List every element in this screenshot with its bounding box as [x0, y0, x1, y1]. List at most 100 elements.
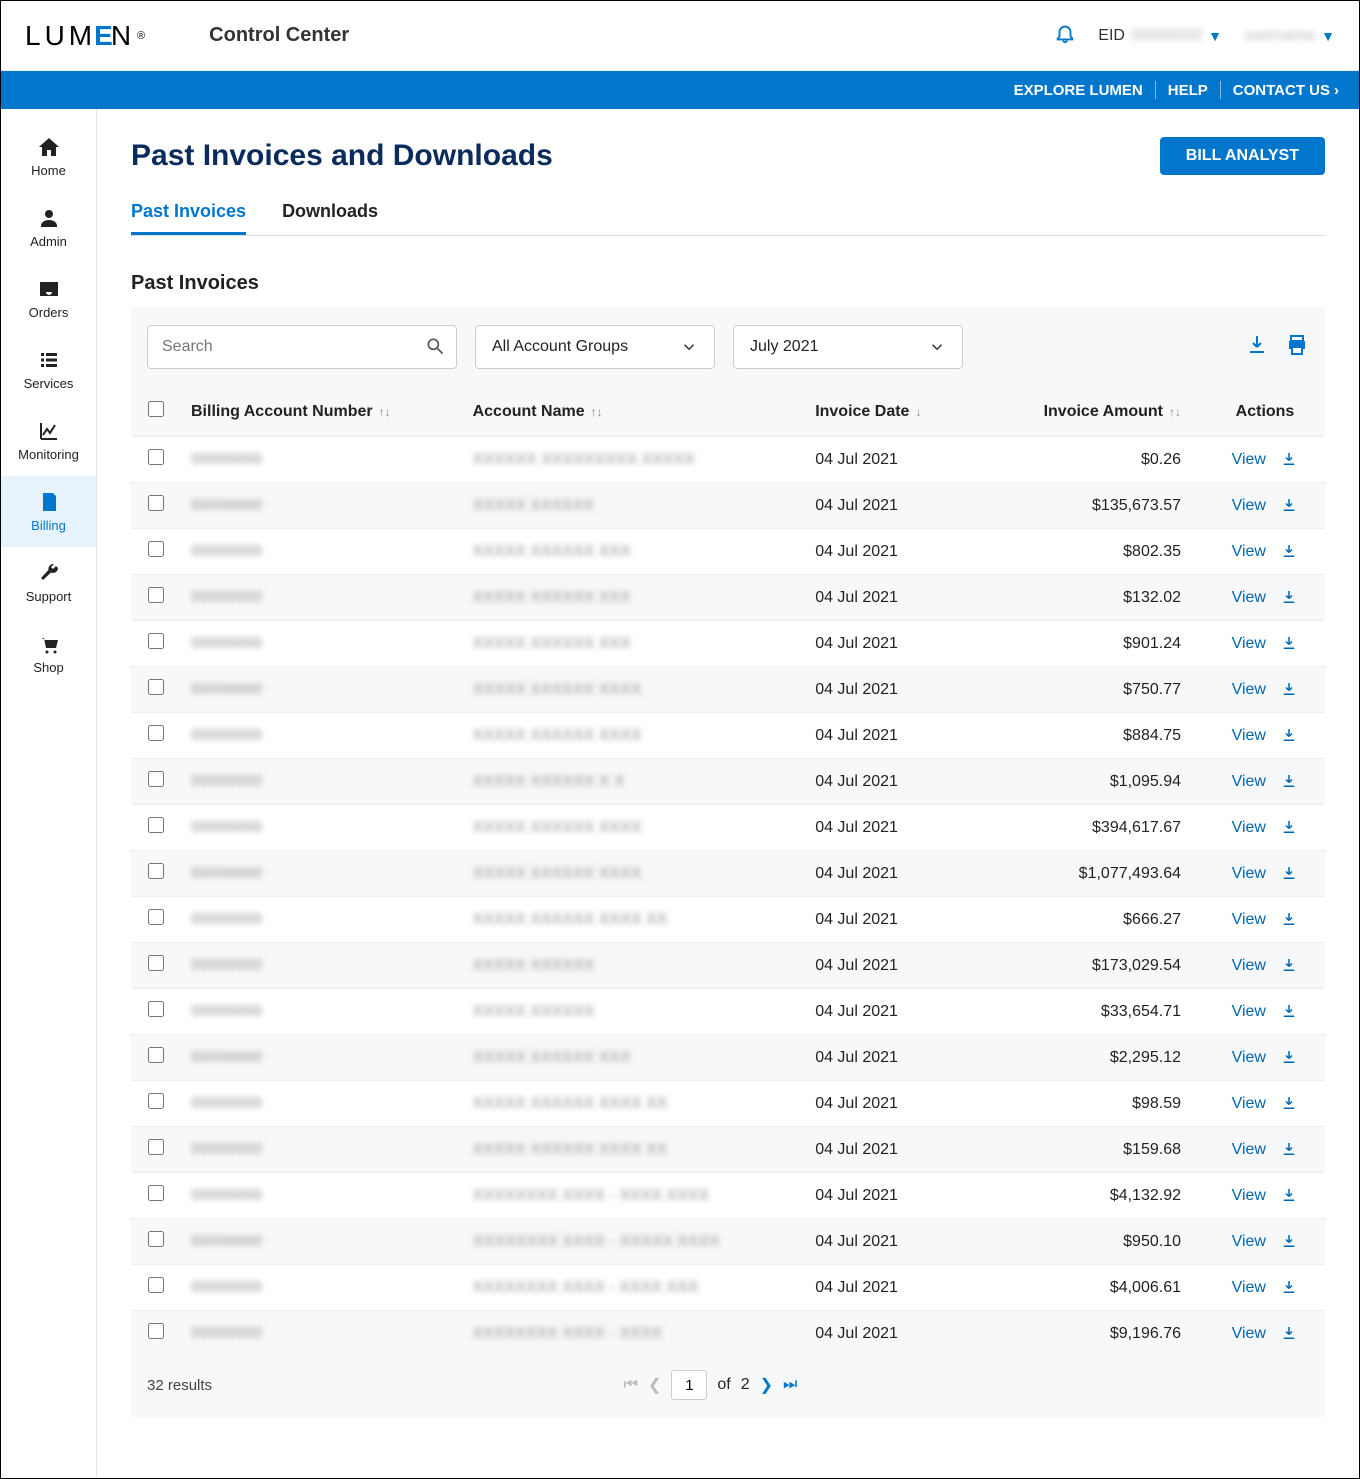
view-link[interactable]: View	[1232, 1279, 1266, 1296]
help-link[interactable]: HELP	[1168, 82, 1208, 99]
sidebar-item-shop[interactable]: Shop	[1, 618, 96, 689]
view-link[interactable]: View	[1232, 451, 1266, 468]
row-checkbox[interactable]	[148, 587, 164, 603]
bill-analyst-button[interactable]: BILL ANALYST	[1160, 137, 1325, 175]
row-checkbox[interactable]	[148, 1231, 164, 1247]
sidebar-item-support[interactable]: Support	[1, 547, 96, 618]
view-link[interactable]: View	[1232, 589, 1266, 606]
view-link[interactable]: View	[1232, 1141, 1266, 1158]
view-link[interactable]: View	[1232, 1049, 1266, 1066]
download-row-button[interactable]	[1280, 911, 1298, 928]
download-row-button[interactable]	[1280, 1003, 1298, 1020]
table-row: 00000000 XXXXX XXXXXX XXXX XX 04 Jul 202…	[131, 1127, 1325, 1173]
download-row-button[interactable]	[1280, 1233, 1298, 1250]
col-invoice-date[interactable]: Invoice Date↓	[805, 387, 985, 437]
contact-link[interactable]: CONTACT US ›	[1233, 82, 1339, 99]
download-row-button[interactable]	[1280, 1325, 1298, 1342]
row-checkbox[interactable]	[148, 725, 164, 741]
page-next-button[interactable]: ❯	[760, 1375, 773, 1395]
row-checkbox[interactable]	[148, 1323, 164, 1339]
account-name: XXXXX XXXXXX XXXX	[473, 727, 642, 744]
row-checkbox[interactable]	[148, 1047, 164, 1063]
invoice-amount: $0.26	[985, 437, 1205, 483]
tab-downloads[interactable]: Downloads	[282, 201, 378, 235]
account-name: XXXXX XXXXXX XXX	[473, 1049, 631, 1066]
col-invoice-amount[interactable]: Invoice Amount↑↓	[985, 387, 1205, 437]
row-checkbox[interactable]	[148, 817, 164, 833]
tab-past-invoices[interactable]: Past Invoices	[131, 201, 246, 235]
download-all-button[interactable]	[1245, 333, 1269, 362]
row-checkbox[interactable]	[148, 449, 164, 465]
user-selector[interactable]: username ▼	[1244, 27, 1335, 45]
view-link[interactable]: View	[1232, 543, 1266, 560]
sidebar-item-services[interactable]: Services	[1, 334, 96, 405]
page-last-button[interactable]: ⏭	[783, 1376, 797, 1394]
download-row-button[interactable]	[1280, 635, 1298, 652]
view-link[interactable]: View	[1232, 497, 1266, 514]
row-checkbox[interactable]	[148, 1185, 164, 1201]
download-row-button[interactable]	[1280, 819, 1298, 836]
row-checkbox[interactable]	[148, 495, 164, 511]
download-row-button[interactable]	[1280, 1049, 1298, 1066]
page-first-button[interactable]: ⏮	[624, 1376, 638, 1394]
sidebar-item-home[interactable]: Home	[1, 121, 96, 192]
print-button[interactable]	[1285, 333, 1309, 362]
table-row: 00000000 XXXXXXXX XXXX - XXXX XXX 04 Jul…	[131, 1265, 1325, 1311]
download-row-button[interactable]	[1280, 1095, 1298, 1112]
download-row-button[interactable]	[1280, 865, 1298, 882]
view-link[interactable]: View	[1232, 1325, 1266, 1342]
explore-link[interactable]: EXPLORE LUMEN	[1014, 82, 1143, 99]
download-row-button[interactable]	[1280, 727, 1298, 744]
view-link[interactable]: View	[1232, 727, 1266, 744]
download-row-button[interactable]	[1280, 1141, 1298, 1158]
view-link[interactable]: View	[1232, 773, 1266, 790]
download-row-button[interactable]	[1280, 1279, 1298, 1296]
row-checkbox[interactable]	[148, 1093, 164, 1109]
view-link[interactable]: View	[1232, 635, 1266, 652]
account-groups-dropdown[interactable]: All Account Groups	[475, 325, 715, 369]
chevron-right-icon: ›	[1334, 82, 1339, 99]
bell-icon[interactable]	[1054, 22, 1076, 49]
download-row-button[interactable]	[1280, 773, 1298, 790]
download-row-button[interactable]	[1280, 589, 1298, 606]
row-checkbox[interactable]	[148, 955, 164, 971]
sidebar-item-orders[interactable]: Orders	[1, 263, 96, 334]
row-checkbox[interactable]	[148, 633, 164, 649]
view-link[interactable]: View	[1232, 865, 1266, 882]
row-checkbox[interactable]	[148, 541, 164, 557]
view-link[interactable]: View	[1232, 957, 1266, 974]
row-checkbox[interactable]	[148, 909, 164, 925]
view-link[interactable]: View	[1232, 1187, 1266, 1204]
view-link[interactable]: View	[1232, 911, 1266, 928]
view-link[interactable]: View	[1232, 819, 1266, 836]
download-row-button[interactable]	[1280, 451, 1298, 468]
view-link[interactable]: View	[1232, 1233, 1266, 1250]
row-checkbox[interactable]	[148, 679, 164, 695]
download-row-button[interactable]	[1280, 681, 1298, 698]
eid-selector[interactable]: EID 00000000 ▼	[1098, 27, 1222, 45]
row-checkbox[interactable]	[148, 1139, 164, 1155]
sidebar-item-billing[interactable]: Billing	[1, 476, 96, 547]
view-link[interactable]: View	[1232, 1095, 1266, 1112]
search-input[interactable]	[147, 325, 457, 369]
view-link[interactable]: View	[1232, 1003, 1266, 1020]
row-checkbox[interactable]	[148, 771, 164, 787]
invoice-date: 04 Jul 2021	[805, 1035, 985, 1081]
page-input[interactable]	[671, 1370, 707, 1400]
row-checkbox[interactable]	[148, 1277, 164, 1293]
row-checkbox[interactable]	[148, 863, 164, 879]
select-all-checkbox[interactable]	[148, 401, 164, 417]
col-billing-account-number[interactable]: Billing Account Number↑↓	[181, 387, 463, 437]
col-account-name[interactable]: Account Name↑↓	[463, 387, 806, 437]
sidebar-item-admin[interactable]: Admin	[1, 192, 96, 263]
download-row-button[interactable]	[1280, 497, 1298, 514]
download-row-button[interactable]	[1280, 1187, 1298, 1204]
view-link[interactable]: View	[1232, 681, 1266, 698]
period-dropdown[interactable]: July 2021	[733, 325, 963, 369]
of-label: of	[717, 1376, 730, 1394]
page-prev-button[interactable]: ❮	[648, 1375, 661, 1395]
download-row-button[interactable]	[1280, 543, 1298, 560]
sidebar-item-monitoring[interactable]: Monitoring	[1, 405, 96, 476]
download-row-button[interactable]	[1280, 957, 1298, 974]
row-checkbox[interactable]	[148, 1001, 164, 1017]
